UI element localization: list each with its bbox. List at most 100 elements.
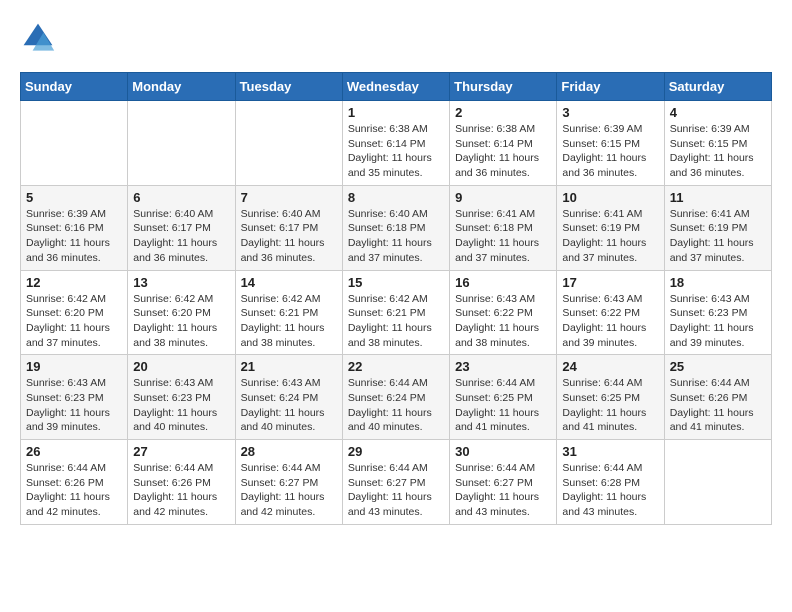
weekday-header-row: SundayMondayTuesdayWednesdayThursdayFrid… [21, 73, 772, 101]
day-info: Sunrise: 6:43 AM Sunset: 6:22 PM Dayligh… [455, 292, 551, 351]
day-number: 6 [133, 190, 229, 205]
calendar-cell: 5 Sunrise: 6:39 AM Sunset: 6:16 PM Daylig… [21, 185, 128, 270]
calendar-cell: 20Sunrise: 6:43 AM Sunset: 6:23 PM Dayli… [128, 355, 235, 440]
calendar-cell: 14 Sunrise: 6:42 AM Sunset: 6:21 PM Dayli… [235, 270, 342, 355]
day-info: Sunrise: 6:44 AM Sunset: 6:28 PM Dayligh… [562, 461, 658, 520]
page-header [20, 20, 772, 56]
day-info: Sunrise: 6:44 AM Sunset: 6:27 PM Dayligh… [241, 461, 337, 520]
weekday-monday: Monday [128, 73, 235, 101]
day-number: 29 [348, 444, 444, 459]
day-number: 10 [562, 190, 658, 205]
calendar-cell: 22 Sunrise: 6:44 AM Sunset: 6:24 PM Dayli… [342, 355, 449, 440]
day-number: 7 [241, 190, 337, 205]
calendar-cell [664, 440, 771, 525]
day-info: Sunrise: 6:39 AM Sunset: 6:16 PM Dayligh… [26, 207, 122, 266]
day-info: Sunrise: 6:42 AM Sunset: 6:20 PM Dayligh… [133, 292, 229, 351]
calendar-week-5: 26 Sunrise: 6:44 AM Sunset: 6:26 PM Dayli… [21, 440, 772, 525]
day-number: 8 [348, 190, 444, 205]
logo [20, 20, 62, 56]
day-number: 30 [455, 444, 551, 459]
day-info: Sunrise: 6:44 AM Sunset: 6:25 PM Dayligh… [562, 376, 658, 435]
day-info: Sunrise: 6:43 AM Sunset: 6:23 PM Dayligh… [26, 376, 122, 435]
day-number: 12 [26, 275, 122, 290]
day-info: Sunrise: 6:38 AM Sunset: 6:14 PM Dayligh… [455, 122, 551, 181]
day-info: Sunrise: 6:42 AM Sunset: 6:21 PM Dayligh… [241, 292, 337, 351]
calendar-week-4: 19Sunrise: 6:43 AM Sunset: 6:23 PM Dayli… [21, 355, 772, 440]
day-number: 3 [562, 105, 658, 120]
day-number: 5 [26, 190, 122, 205]
weekday-sunday: Sunday [21, 73, 128, 101]
calendar-cell: 26 Sunrise: 6:44 AM Sunset: 6:26 PM Dayli… [21, 440, 128, 525]
calendar-cell: 7 Sunrise: 6:40 AM Sunset: 6:17 PM Daylig… [235, 185, 342, 270]
day-number: 18 [670, 275, 766, 290]
day-number: 14 [241, 275, 337, 290]
day-number: 1 [348, 105, 444, 120]
weekday-tuesday: Tuesday [235, 73, 342, 101]
calendar-cell: 15 Sunrise: 6:42 AM Sunset: 6:21 PM Dayli… [342, 270, 449, 355]
calendar-week-3: 12 Sunrise: 6:42 AM Sunset: 6:20 PM Dayli… [21, 270, 772, 355]
calendar-cell: 2 Sunrise: 6:38 AM Sunset: 6:14 PM Daylig… [450, 101, 557, 186]
logo-icon [20, 20, 56, 56]
day-info: Sunrise: 6:39 AM Sunset: 6:15 PM Dayligh… [562, 122, 658, 181]
day-number: 4 [670, 105, 766, 120]
calendar-cell: 1 Sunrise: 6:38 AM Sunset: 6:14 PM Daylig… [342, 101, 449, 186]
calendar-cell: 23 Sunrise: 6:44 AM Sunset: 6:25 PM Dayli… [450, 355, 557, 440]
day-number: 23 [455, 359, 551, 374]
calendar-cell: 18 Sunrise: 6:43 AM Sunset: 6:23 PM Dayli… [664, 270, 771, 355]
day-number: 24 [562, 359, 658, 374]
day-info: Sunrise: 6:44 AM Sunset: 6:26 PM Dayligh… [133, 461, 229, 520]
day-number: 2 [455, 105, 551, 120]
day-info: Sunrise: 6:40 AM Sunset: 6:17 PM Dayligh… [133, 207, 229, 266]
calendar-cell: 19Sunrise: 6:43 AM Sunset: 6:23 PM Dayli… [21, 355, 128, 440]
calendar-cell: 27 Sunrise: 6:44 AM Sunset: 6:26 PM Dayli… [128, 440, 235, 525]
day-info: Sunrise: 6:38 AM Sunset: 6:14 PM Dayligh… [348, 122, 444, 181]
day-info: Sunrise: 6:44 AM Sunset: 6:27 PM Dayligh… [455, 461, 551, 520]
calendar-cell: 16Sunrise: 6:43 AM Sunset: 6:22 PM Dayli… [450, 270, 557, 355]
calendar-cell: 6 Sunrise: 6:40 AM Sunset: 6:17 PM Daylig… [128, 185, 235, 270]
calendar-week-1: 1 Sunrise: 6:38 AM Sunset: 6:14 PM Daylig… [21, 101, 772, 186]
day-info: Sunrise: 6:43 AM Sunset: 6:23 PM Dayligh… [670, 292, 766, 351]
day-number: 21 [241, 359, 337, 374]
calendar-cell: 28 Sunrise: 6:44 AM Sunset: 6:27 PM Dayli… [235, 440, 342, 525]
calendar-header: SundayMondayTuesdayWednesdayThursdayFrid… [21, 73, 772, 101]
day-number: 26 [26, 444, 122, 459]
calendar-cell: 10 Sunrise: 6:41 AM Sunset: 6:19 PM Dayli… [557, 185, 664, 270]
day-info: Sunrise: 6:44 AM Sunset: 6:24 PM Dayligh… [348, 376, 444, 435]
day-number: 22 [348, 359, 444, 374]
calendar-cell: 17Sunrise: 6:43 AM Sunset: 6:22 PM Dayli… [557, 270, 664, 355]
calendar-cell: 9 Sunrise: 6:41 AM Sunset: 6:18 PM Daylig… [450, 185, 557, 270]
day-number: 11 [670, 190, 766, 205]
day-number: 28 [241, 444, 337, 459]
day-number: 31 [562, 444, 658, 459]
day-info: Sunrise: 6:39 AM Sunset: 6:15 PM Dayligh… [670, 122, 766, 181]
day-info: Sunrise: 6:42 AM Sunset: 6:21 PM Dayligh… [348, 292, 444, 351]
day-info: Sunrise: 6:44 AM Sunset: 6:26 PM Dayligh… [670, 376, 766, 435]
day-info: Sunrise: 6:40 AM Sunset: 6:18 PM Dayligh… [348, 207, 444, 266]
weekday-saturday: Saturday [664, 73, 771, 101]
day-info: Sunrise: 6:41 AM Sunset: 6:19 PM Dayligh… [670, 207, 766, 266]
day-info: Sunrise: 6:43 AM Sunset: 6:22 PM Dayligh… [562, 292, 658, 351]
calendar-cell: 31 Sunrise: 6:44 AM Sunset: 6:28 PM Dayli… [557, 440, 664, 525]
calendar-cell: 11 Sunrise: 6:41 AM Sunset: 6:19 PM Dayli… [664, 185, 771, 270]
day-info: Sunrise: 6:41 AM Sunset: 6:18 PM Dayligh… [455, 207, 551, 266]
weekday-wednesday: Wednesday [342, 73, 449, 101]
day-number: 20 [133, 359, 229, 374]
calendar-cell: 8 Sunrise: 6:40 AM Sunset: 6:18 PM Daylig… [342, 185, 449, 270]
calendar-cell [21, 101, 128, 186]
day-info: Sunrise: 6:40 AM Sunset: 6:17 PM Dayligh… [241, 207, 337, 266]
calendar-cell: 29Sunrise: 6:44 AM Sunset: 6:27 PM Dayli… [342, 440, 449, 525]
calendar-table: SundayMondayTuesdayWednesdayThursdayFrid… [20, 72, 772, 525]
day-number: 15 [348, 275, 444, 290]
day-info: Sunrise: 6:44 AM Sunset: 6:25 PM Dayligh… [455, 376, 551, 435]
day-info: Sunrise: 6:41 AM Sunset: 6:19 PM Dayligh… [562, 207, 658, 266]
weekday-thursday: Thursday [450, 73, 557, 101]
calendar-cell [128, 101, 235, 186]
calendar-body: 1 Sunrise: 6:38 AM Sunset: 6:14 PM Daylig… [21, 101, 772, 525]
day-number: 9 [455, 190, 551, 205]
day-number: 27 [133, 444, 229, 459]
day-info: Sunrise: 6:44 AM Sunset: 6:26 PM Dayligh… [26, 461, 122, 520]
day-number: 13 [133, 275, 229, 290]
calendar-cell: 3 Sunrise: 6:39 AM Sunset: 6:15 PM Daylig… [557, 101, 664, 186]
calendar-cell: 13 Sunrise: 6:42 AM Sunset: 6:20 PM Dayli… [128, 270, 235, 355]
calendar-cell: 25Sunrise: 6:44 AM Sunset: 6:26 PM Dayli… [664, 355, 771, 440]
